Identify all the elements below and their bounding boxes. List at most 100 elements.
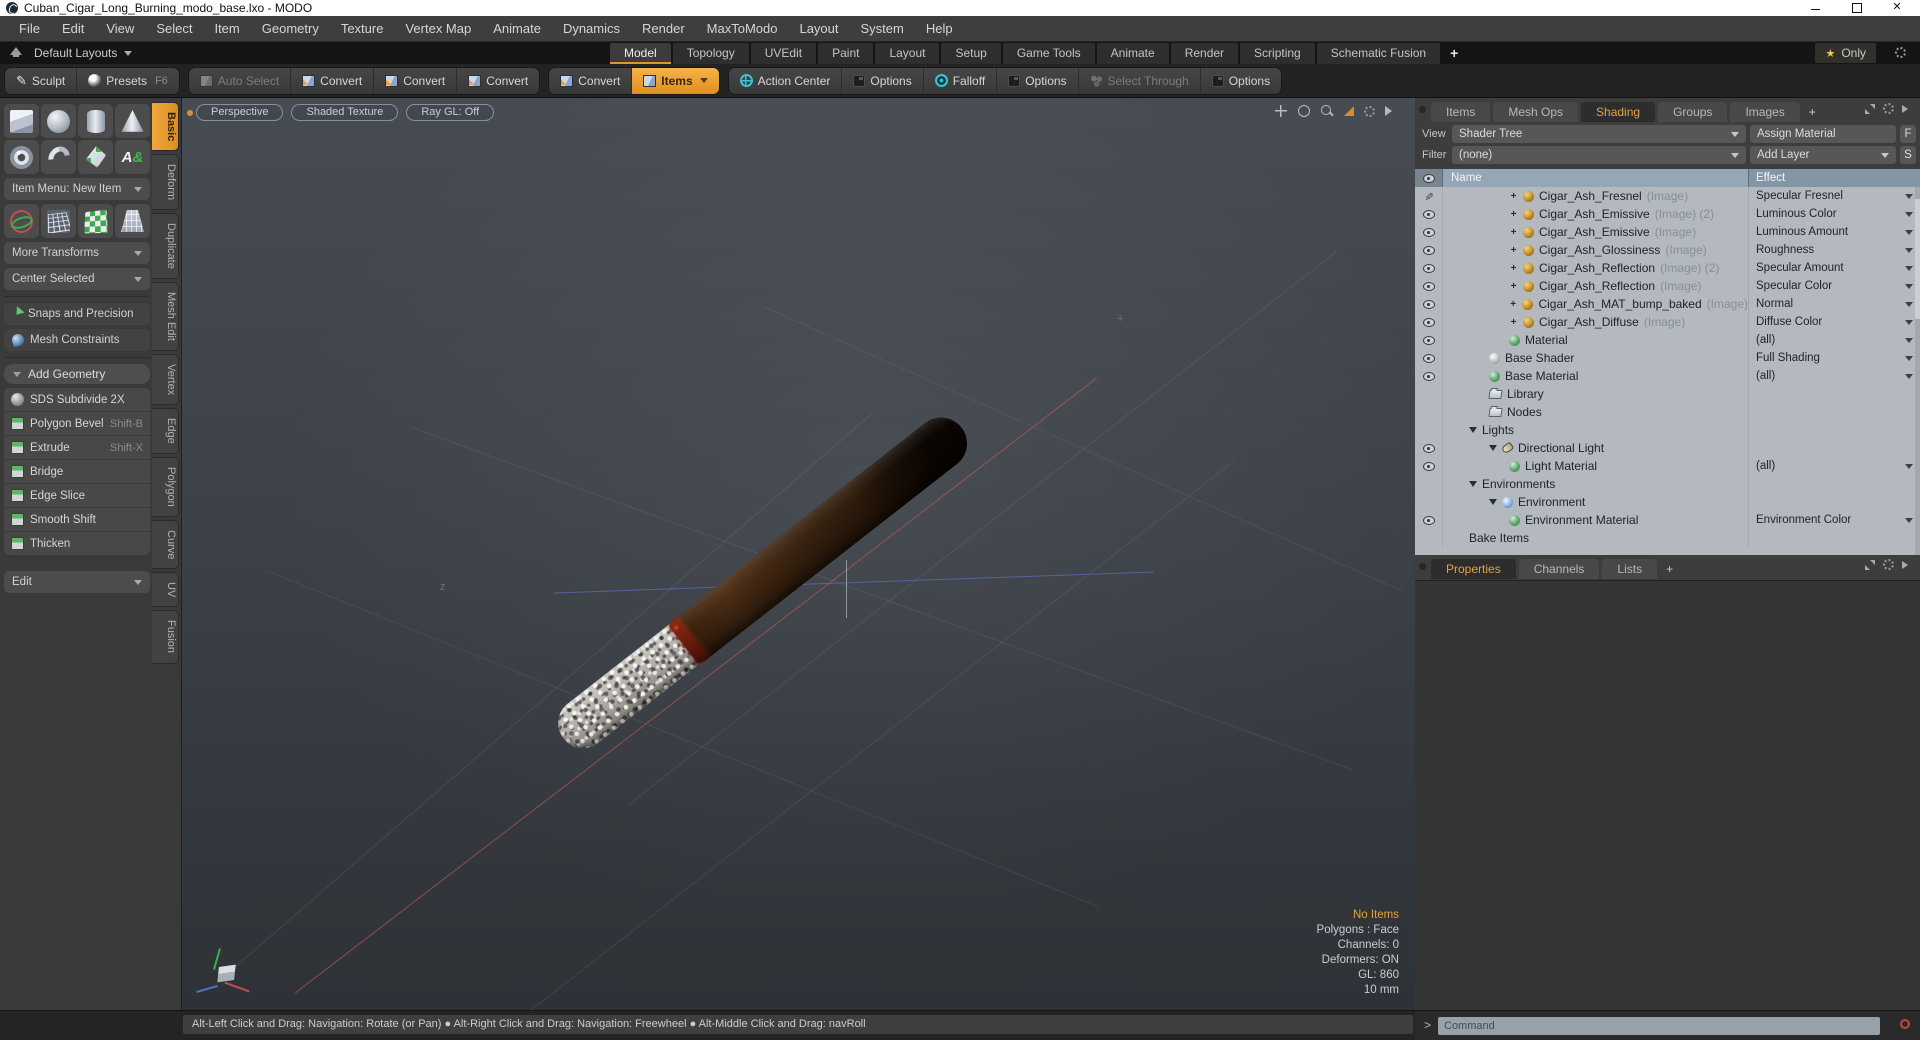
command-status-icon[interactable]: [1900, 1019, 1910, 1029]
visibility-cell[interactable]: [1415, 205, 1443, 223]
vertical-tab-fusion[interactable]: Fusion: [152, 610, 179, 664]
layout-tab-layout[interactable]: Layout: [875, 43, 940, 64]
visibility-cell[interactable]: [1415, 439, 1443, 457]
tab-properties[interactable]: Properties: [1431, 559, 1516, 579]
vertical-tab-uv[interactable]: UV: [152, 572, 179, 608]
pin-layout-icon[interactable]: [10, 47, 22, 57]
gear-icon[interactable]: [1895, 47, 1906, 58]
tab-items[interactable]: Items: [1431, 102, 1491, 122]
tree-row-bake-items[interactable]: Bake Items: [1415, 529, 1920, 547]
items-button[interactable]: Items: [631, 67, 719, 94]
tree-row-light-material[interactable]: Light Material (all): [1415, 457, 1920, 475]
visibility-cell[interactable]: [1415, 331, 1443, 349]
expand-plus-icon[interactable]: +: [1509, 299, 1517, 310]
effect-cell[interactable]: Normal: [1749, 298, 1920, 311]
vertical-tab-edge[interactable]: Edge: [152, 408, 179, 455]
layout-tab-uvedit[interactable]: UVEdit: [750, 43, 817, 64]
panel-corner-icon[interactable]: [1419, 563, 1426, 570]
options-button[interactable]: Options: [1199, 67, 1281, 94]
eye-icon[interactable]: [1422, 442, 1435, 454]
effect-cell[interactable]: Diffuse Color: [1749, 316, 1920, 329]
options-button[interactable]: Options: [996, 67, 1077, 94]
eye-icon[interactable]: [1422, 514, 1435, 526]
effect-column-header[interactable]: Effect: [1749, 169, 1920, 187]
visibility-cell[interactable]: [1415, 313, 1443, 331]
tree-row-nodes[interactable]: Nodes: [1415, 403, 1920, 421]
thicken-button[interactable]: Thicken: [4, 532, 150, 555]
convert-button[interactable]: Convert: [290, 67, 373, 94]
expand-triangle-icon[interactable]: [1469, 481, 1477, 491]
edge-slice-button[interactable]: Edge Slice: [4, 484, 150, 507]
sphere-tool-button[interactable]: [41, 104, 76, 138]
gear-icon[interactable]: [1883, 559, 1894, 570]
effect-cell[interactable]: Specular Fresnel: [1749, 190, 1920, 203]
menu-system[interactable]: System: [850, 16, 915, 42]
tree-row-cigar-ash-reflection[interactable]: + Cigar_Ash_Reflection (Image) Specular Col…: [1415, 277, 1920, 295]
viewport-menu-arrow-icon[interactable]: [1385, 106, 1397, 116]
convert-button[interactable]: Convert: [456, 67, 539, 94]
view-dropdown[interactable]: Shader Tree: [1452, 125, 1746, 143]
eye-icon[interactable]: [1422, 334, 1435, 346]
menu-animate[interactable]: Animate: [482, 16, 552, 42]
sds-subdivide-2x-button[interactable]: SDS Subdivide 2X: [4, 388, 150, 411]
layout-tab-paint[interactable]: Paint: [818, 43, 874, 64]
eye-icon[interactable]: [1422, 370, 1435, 382]
tree-row-environment-material[interactable]: Environment Material Environment Color: [1415, 511, 1920, 529]
panel-corner-icon[interactable]: [1419, 106, 1426, 113]
smooth-shift-button[interactable]: Smooth Shift: [4, 508, 150, 531]
minimize-button[interactable]: [1798, 0, 1832, 16]
3d-viewport[interactable]: Perspective Shaded Texture Ray GL: Off No …: [182, 98, 1415, 1010]
gear-icon[interactable]: [1364, 105, 1375, 117]
filter-dropdown[interactable]: (none): [1452, 146, 1746, 164]
vertical-tab-polygon[interactable]: Polygon: [152, 457, 179, 517]
visibility-cell[interactable]: [1415, 403, 1443, 421]
effect-cell[interactable]: (all): [1749, 460, 1920, 473]
eye-icon[interactable]: [1422, 226, 1435, 238]
visibility-cell[interactable]: ✎: [1415, 187, 1443, 205]
visibility-cell[interactable]: [1415, 367, 1443, 385]
extrude-button[interactable]: Extrude Shift-X: [4, 436, 150, 459]
spiral-tool-button[interactable]: [41, 140, 76, 174]
snaps-and-precision-button[interactable]: Snaps and Precision: [4, 303, 150, 325]
layout-tab-schematic-fusion[interactable]: Schematic Fusion: [1316, 43, 1441, 64]
orbit-icon[interactable]: [1298, 105, 1310, 117]
tab-shading[interactable]: Shading: [1581, 102, 1656, 122]
tree-row-cigar-ash-emissive[interactable]: + Cigar_Ash_Emissive (Image) Luminous Amoun…: [1415, 223, 1920, 241]
more-transforms-dropdown[interactable]: More Transforms: [4, 242, 150, 264]
default-layouts-dropdown[interactable]: Default Layouts: [34, 42, 133, 64]
tree-row-environment[interactable]: Environment: [1415, 493, 1920, 511]
tree-scrollbar[interactable]: [1915, 187, 1920, 555]
tree-row-environments[interactable]: Environments: [1415, 475, 1920, 493]
menu-dynamics[interactable]: Dynamics: [552, 16, 631, 42]
polygon-tool-button[interactable]: [78, 140, 113, 174]
layout-tab-scripting[interactable]: Scripting: [1240, 43, 1315, 64]
eye-icon[interactable]: [1422, 280, 1435, 292]
add-layer-dropdown[interactable]: Add Layer: [1750, 146, 1896, 164]
vertical-tab-duplicate[interactable]: Duplicate: [152, 213, 179, 280]
center-selected-dropdown[interactable]: Center Selected: [4, 268, 150, 290]
visibility-cell[interactable]: [1415, 421, 1443, 439]
menu-edit[interactable]: Edit: [51, 16, 95, 42]
tab-images[interactable]: Images: [1730, 102, 1800, 122]
falloff-button[interactable]: Falloff: [922, 67, 996, 94]
tab-lists[interactable]: Lists: [1602, 559, 1658, 579]
menu-texture[interactable]: Texture: [330, 16, 395, 42]
eye-icon[interactable]: [1422, 208, 1435, 220]
vertical-tab-deform[interactable]: Deform: [152, 154, 179, 211]
tree-row-cigar-ash-fresnel[interactable]: ✎ + Cigar_Ash_Fresnel (Image) Specular Fresn…: [1415, 187, 1920, 205]
visibility-cell[interactable]: [1415, 385, 1443, 403]
eye-icon[interactable]: [1422, 316, 1435, 328]
visibility-cell[interactable]: [1415, 241, 1443, 259]
maximize-button[interactable]: [1840, 0, 1874, 16]
tree-row-material[interactable]: Material (all): [1415, 331, 1920, 349]
polygon-bevel-button[interactable]: Polygon Bevel Shift-B: [4, 412, 150, 435]
gridplane-tool-button[interactable]: [115, 204, 150, 238]
panel-menu-arrow-icon[interactable]: [1902, 104, 1912, 113]
tree-row-cigar-ash-diffuse[interactable]: + Cigar_Ash_Diffuse (Image) Diffuse Color: [1415, 313, 1920, 331]
effect-cell[interactable]: Luminous Amount: [1749, 226, 1920, 239]
bridge-button[interactable]: Bridge: [4, 460, 150, 483]
convert-button[interactable]: Convert: [549, 68, 631, 94]
expand-plus-icon[interactable]: +: [1509, 191, 1518, 202]
menu-file[interactable]: File: [8, 16, 51, 42]
tree-row-cigar-ash-glossiness[interactable]: + Cigar_Ash_Glossiness (Image) Roughness: [1415, 241, 1920, 259]
